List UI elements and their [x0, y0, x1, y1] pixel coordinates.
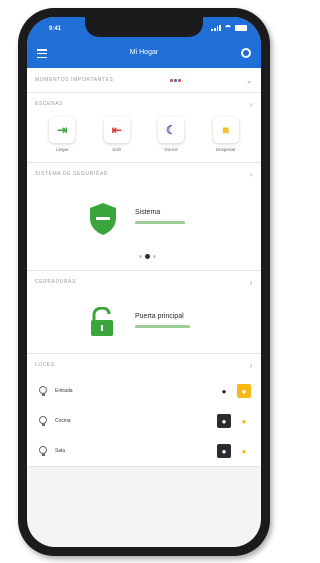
chevron-right-icon[interactable]: › [250, 100, 253, 109]
bulb-icon [39, 416, 47, 426]
scene-salir[interactable]: ⇤ Salir [97, 117, 137, 152]
gear-icon[interactable] [241, 48, 251, 58]
security-header: Sistema de seguridad [35, 171, 109, 177]
scene-list: ⇥ Llegar ⇤ Salir ☾ Dormir ■ Despertar [27, 115, 261, 162]
status-icons [211, 25, 247, 31]
main-content: Momentos importantes ⌄ Escenas › ⇥ Llega… [27, 68, 261, 467]
scene-label: Llegar [55, 147, 69, 152]
scene-label: Salir [112, 147, 122, 152]
moon-icon[interactable]: ☾ [158, 117, 185, 143]
light-name: Sala [55, 448, 66, 454]
page-indicator [139, 254, 156, 259]
phone-frame: 9:41 Mi Hogar Momentos importantes ⌄ [18, 8, 270, 556]
sun-icon[interactable]: ■ [212, 117, 239, 143]
light-off-button[interactable]: ● [217, 414, 231, 428]
status-dots [170, 78, 182, 82]
security-card[interactable]: Sistema de seguridad › Sistema [27, 163, 261, 271]
security-status-bar [135, 221, 185, 224]
scene-label: Despertar [215, 147, 236, 152]
unlocked-icon [91, 307, 113, 336]
lights-section: Luces › Entrada ● ● Cocina ● [27, 354, 261, 467]
locks-card[interactable]: Cerraduras › Puerta principal [27, 271, 261, 354]
phone-notch [85, 17, 203, 37]
chevron-down-icon[interactable]: ⌄ [246, 76, 253, 85]
lock-status-bar [135, 325, 190, 328]
bulb-icon [39, 446, 47, 456]
signal-icon [211, 25, 221, 31]
chevron-right-icon[interactable]: › [250, 278, 253, 287]
light-on-button[interactable]: ● [237, 444, 251, 458]
light-name: Cocina [55, 418, 71, 424]
scene-label: Dormir [164, 147, 179, 152]
lights-header: Luces [35, 362, 55, 368]
chevron-right-icon[interactable]: › [250, 361, 253, 370]
bulb-icon [39, 386, 47, 396]
wifi-icon [224, 25, 232, 31]
important-section[interactable]: Momentos importantes ⌄ [27, 68, 261, 93]
light-on-button[interactable]: ● [237, 414, 251, 428]
leave-icon[interactable]: ⇤ [103, 117, 130, 143]
shield-check-icon [90, 203, 116, 235]
battery-icon [235, 25, 247, 31]
scene-llegar[interactable]: ⇥ Llegar [42, 117, 82, 152]
light-row[interactable]: Cocina ● ● [27, 406, 261, 436]
lock-title: Puerta principal [135, 313, 184, 320]
status-time: 9:41 [49, 26, 62, 32]
app-bar: Mi Hogar [27, 41, 261, 68]
app-screen: 9:41 Mi Hogar Momentos importantes ⌄ [27, 17, 261, 547]
light-off-button[interactable]: ● [217, 444, 231, 458]
app-title: Mi Hogar [129, 49, 159, 56]
light-name: Entrada [55, 388, 73, 394]
important-header: Momentos importantes [35, 77, 114, 83]
scene-despertar[interactable]: ■ Despertar [206, 117, 246, 152]
scenes-section: Escenas › ⇥ Llegar ⇤ Salir ☾ Dormir [27, 93, 261, 163]
security-title: Sistema [135, 209, 161, 216]
chevron-right-icon[interactable]: › [250, 170, 253, 179]
light-row[interactable]: Entrada ● ● [27, 376, 261, 406]
arrive-icon[interactable]: ⇥ [49, 117, 76, 143]
light-row[interactable]: Sala ● ● [27, 436, 261, 466]
scenes-header: Escenas [35, 101, 64, 107]
light-on-button[interactable]: ● [237, 384, 251, 398]
light-off-button[interactable]: ● [217, 384, 231, 398]
locks-header: Cerraduras [35, 279, 77, 285]
scene-dormir[interactable]: ☾ Dormir [151, 117, 191, 152]
